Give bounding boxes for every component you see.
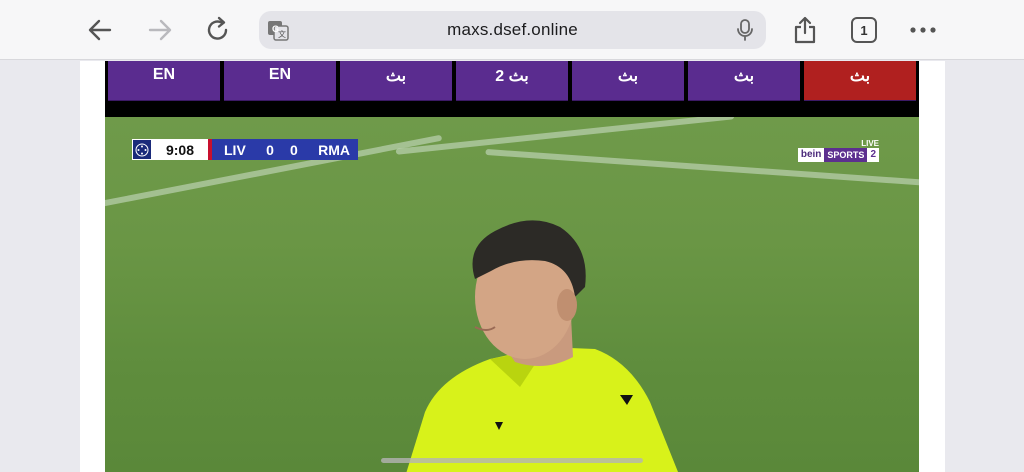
tabs-button[interactable]: 1 bbox=[851, 17, 877, 43]
microphone-icon[interactable] bbox=[729, 14, 761, 46]
score-teams: LIV 0 0 RMA bbox=[208, 139, 358, 160]
channel-button-4[interactable]: بث 2 bbox=[456, 61, 568, 101]
back-arrow-icon[interactable] bbox=[84, 14, 116, 46]
stream-player: EN EN بث بث 2 بث بث بث 9:08 LIV 0 0 RMA … bbox=[105, 61, 919, 472]
more-options-icon[interactable] bbox=[907, 14, 939, 46]
brand-label: bein bbox=[797, 148, 825, 162]
url-text: maxs.dsef.online bbox=[447, 20, 578, 39]
home-score: 0 bbox=[266, 141, 274, 158]
browser-toolbar: G文 maxs.dsef.online 1 bbox=[0, 0, 1024, 60]
share-icon[interactable] bbox=[789, 14, 821, 46]
video-frame[interactable]: 9:08 LIV 0 0 RMA LIVE bein SPORTS 2 bbox=[105, 117, 919, 472]
channel-number: 2 bbox=[867, 148, 879, 162]
referee-image bbox=[406, 220, 678, 472]
champions-league-icon bbox=[132, 139, 152, 160]
match-clock: 9:08 bbox=[152, 139, 208, 160]
address-bar[interactable]: G文 maxs.dsef.online bbox=[259, 11, 766, 49]
pitch-line bbox=[395, 117, 735, 155]
home-indicator[interactable] bbox=[381, 458, 643, 463]
sports-label: SPORTS bbox=[824, 148, 868, 162]
web-page: EN EN بث بث 2 بث بث بث 9:08 LIV 0 0 RMA … bbox=[80, 61, 945, 472]
scoreboard: 9:08 LIV 0 0 RMA bbox=[132, 139, 358, 160]
live-label: LIVE bbox=[861, 139, 879, 148]
channel-selector: EN EN بث بث 2 بث بث بث bbox=[108, 61, 916, 101]
channel-button-6[interactable]: بث bbox=[688, 61, 800, 101]
channel-button-2[interactable]: EN bbox=[224, 61, 336, 101]
channel-button-1[interactable]: EN bbox=[108, 61, 220, 101]
channel-button-5[interactable]: بث bbox=[572, 61, 684, 101]
reload-icon[interactable] bbox=[202, 14, 234, 46]
channel-button-3[interactable]: بث bbox=[340, 61, 452, 101]
broadcaster-logo: LIVE bein SPORTS 2 bbox=[797, 139, 879, 162]
home-team: LIV bbox=[224, 141, 246, 158]
away-team: RMA bbox=[318, 141, 350, 158]
forward-arrow-icon[interactable] bbox=[144, 14, 176, 46]
channel-button-active[interactable]: بث bbox=[804, 61, 916, 101]
away-score: 0 bbox=[289, 141, 298, 158]
